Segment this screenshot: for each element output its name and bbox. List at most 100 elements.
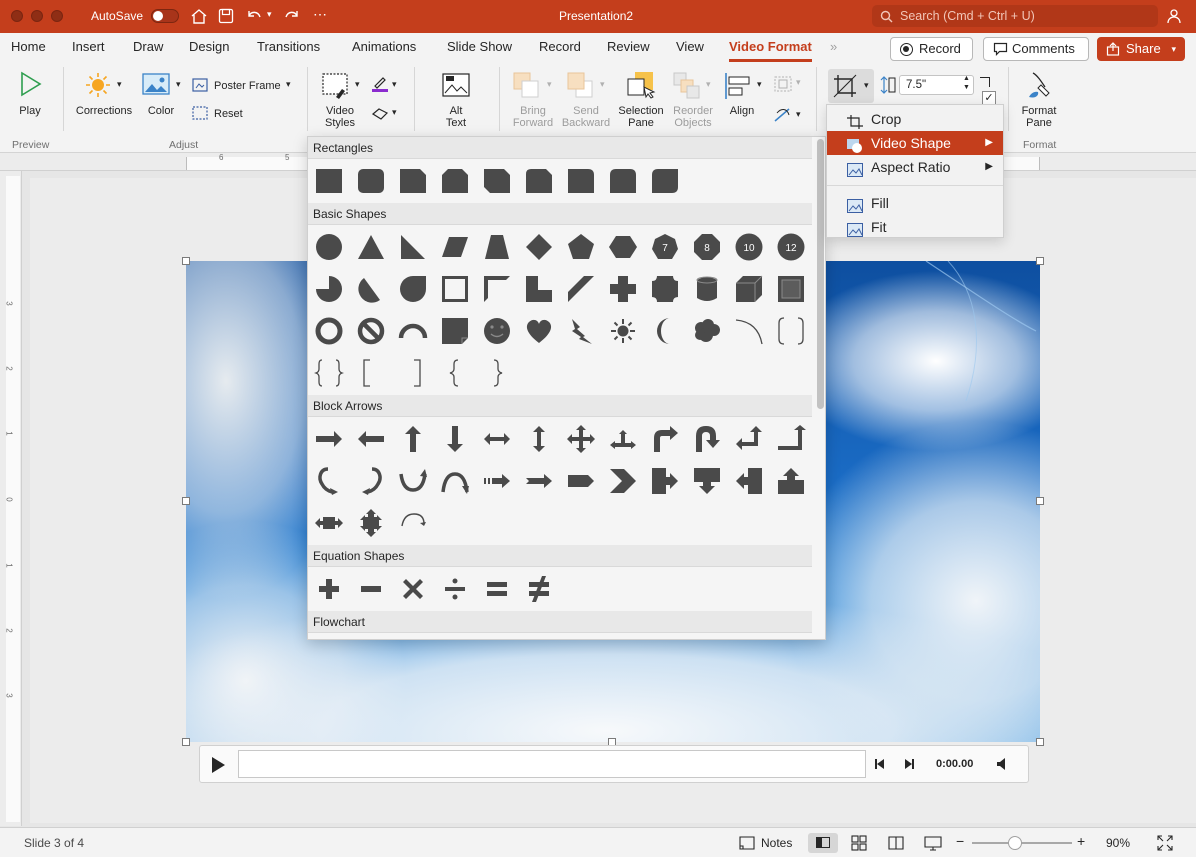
zoom-window-button[interactable] <box>51 10 63 22</box>
minimize-window-button[interactable] <box>31 10 43 22</box>
shape-math-not-equal[interactable] <box>524 574 554 604</box>
shape-diagonal-stripe[interactable] <box>566 274 596 304</box>
shape-striped-right-arrow[interactable] <box>482 466 512 496</box>
shape-snip-diagonal[interactable] <box>482 166 512 196</box>
shape-plus[interactable] <box>608 274 638 304</box>
corrections-label[interactable]: Corrections <box>72 105 136 117</box>
color-picture-icon[interactable] <box>142 73 170 97</box>
shape-right-bracket[interactable] <box>398 358 428 388</box>
shape-snip-single-corner[interactable] <box>398 166 428 196</box>
shape-chord[interactable] <box>356 274 386 304</box>
shape-left-arrow[interactable] <box>356 424 386 454</box>
tab-video-format[interactable]: Video Format <box>729 39 812 62</box>
align-label[interactable]: Align <box>724 105 760 117</box>
shape-oval[interactable] <box>314 232 344 262</box>
fit-to-window-icon[interactable] <box>1157 835 1173 851</box>
shape-curved-left-arrow[interactable] <box>356 466 386 496</box>
shape-u-turn-arrow[interactable] <box>692 424 722 454</box>
shape-folded-corner[interactable] <box>440 316 470 346</box>
shape-cube[interactable] <box>734 274 764 304</box>
reset-label[interactable]: Reset <box>214 108 243 120</box>
zoom-out-button[interactable]: − <box>956 833 964 849</box>
slide-show-icon[interactable] <box>924 835 942 851</box>
menu-item-crop[interactable]: Crop <box>827 107 1003 131</box>
shape-round-same-side[interactable] <box>608 166 638 196</box>
comments-button[interactable]: Comments <box>983 37 1089 61</box>
resize-handle[interactable] <box>1036 257 1044 265</box>
shape-no-symbol[interactable] <box>356 316 386 346</box>
shape-plaque[interactable] <box>650 274 680 304</box>
shape-curved-up-arrow[interactable] <box>398 466 428 496</box>
color-dropdown-icon[interactable]: ▾ <box>176 79 181 90</box>
shape-math-multiply[interactable] <box>398 574 428 604</box>
shape-left-right-arrow-callout[interactable] <box>314 508 344 538</box>
shape-double-brace[interactable] <box>314 358 344 388</box>
shape-arc[interactable] <box>734 316 764 346</box>
shape-right-arrow[interactable] <box>314 424 344 454</box>
tab-view[interactable]: View <box>676 39 704 54</box>
crop-split-button[interactable]: ▾ <box>828 69 874 103</box>
share-button[interactable]: Share ▾ <box>1097 37 1185 61</box>
shape-chevron[interactable] <box>608 466 638 496</box>
play-label[interactable]: Play <box>14 105 46 117</box>
video-border-dropdown-icon[interactable]: ▾ <box>392 79 397 90</box>
shape-math-equal[interactable] <box>482 574 512 604</box>
shape-curved-down-arrow[interactable] <box>440 466 470 496</box>
zoom-level[interactable]: 90% <box>1106 836 1130 850</box>
shape-rectangle[interactable] <box>314 166 344 196</box>
resize-handle[interactable] <box>1036 497 1044 505</box>
shape-double-bracket[interactable] <box>776 316 806 346</box>
redo-icon[interactable] <box>283 7 301 23</box>
shape-heptagon[interactable]: 7 <box>650 232 680 262</box>
shape-quad-arrow-callout[interactable] <box>356 508 386 538</box>
shape-octagon[interactable]: 8 <box>692 232 722 262</box>
tab-record[interactable]: Record <box>539 39 581 54</box>
shape-dodecagon[interactable]: 12 <box>776 232 806 262</box>
poster-frame-label[interactable]: Poster Frame <box>214 80 281 92</box>
shape-moon[interactable] <box>650 316 680 346</box>
crop-dropdown-icon[interactable]: ▾ <box>864 80 869 91</box>
shape-left-arrow-callout[interactable] <box>734 466 764 496</box>
format-pane-label[interactable]: Format Pane <box>1017 105 1061 129</box>
height-stepper[interactable]: ▲ ▼ <box>963 74 970 92</box>
shape-right-brace[interactable] <box>482 358 512 388</box>
shape-left-right-up-arrow[interactable] <box>608 424 638 454</box>
lock-aspect-checkbox[interactable]: ✓ <box>982 91 996 105</box>
shape-bent-up-arrow[interactable] <box>776 424 806 454</box>
more-commands-icon[interactable]: ⋯ <box>313 6 327 23</box>
shape-decagon[interactable]: 10 <box>734 232 764 262</box>
shape-teardrop[interactable] <box>398 274 428 304</box>
shape-can[interactable] <box>692 274 722 304</box>
shape-half-frame[interactable] <box>482 274 512 304</box>
undo-dropdown-icon[interactable]: ▾ <box>267 9 272 20</box>
shape-pentagon[interactable] <box>566 232 596 262</box>
shape-right-arrow-callout[interactable] <box>650 466 680 496</box>
shape-smiley-face[interactable] <box>482 316 512 346</box>
menu-item-fit[interactable]: Fit <box>827 215 1003 239</box>
video-styles-icon[interactable] <box>322 73 352 101</box>
video-styles-dropdown-icon[interactable]: ▾ <box>355 79 360 90</box>
volume-icon[interactable] <box>996 757 1008 771</box>
shape-block-arc[interactable] <box>398 316 428 346</box>
selection-pane-icon[interactable] <box>626 71 656 101</box>
close-window-button[interactable] <box>11 10 23 22</box>
reading-view-icon[interactable] <box>888 835 904 851</box>
tab-draw[interactable]: Draw <box>133 39 163 54</box>
zoom-slider-track[interactable] <box>972 842 1072 844</box>
color-label[interactable]: Color <box>142 105 180 117</box>
video-effects-dropdown-icon[interactable]: ▾ <box>392 107 397 118</box>
share-people-icon[interactable] <box>1167 8 1185 24</box>
shape-snip-same-side[interactable] <box>440 166 470 196</box>
shape-trapezoid[interactable] <box>482 232 512 262</box>
tab-review[interactable]: Review <box>607 39 650 54</box>
shape-l-shape[interactable] <box>524 274 554 304</box>
shape-circular-arrow[interactable] <box>398 508 428 538</box>
shape-math-plus[interactable] <box>314 574 344 604</box>
notes-button[interactable]: Notes <box>761 836 792 850</box>
video-styles-label[interactable]: Video Styles <box>318 105 362 129</box>
shape-diamond[interactable] <box>524 232 554 262</box>
shape-snip-round-corner[interactable] <box>524 166 554 196</box>
step-forward-icon[interactable] <box>903 758 915 770</box>
tab-design[interactable]: Design <box>189 39 229 54</box>
shape-frame[interactable] <box>440 274 470 304</box>
